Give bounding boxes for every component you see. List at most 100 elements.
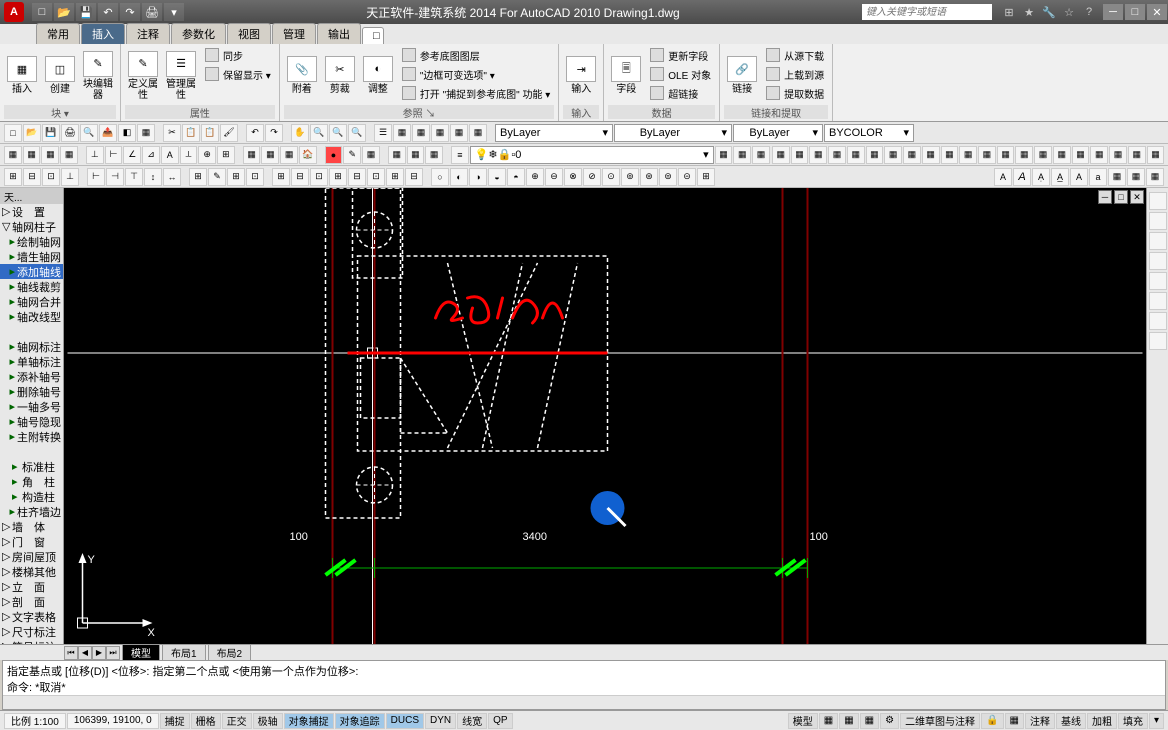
tab-common[interactable]: 常用: [36, 23, 80, 44]
tb2-2[interactable]: ▦: [23, 146, 41, 164]
sb-base[interactable]: 基线: [1056, 713, 1086, 729]
tree-item[interactable]: ▸添补轴号: [0, 369, 63, 384]
tb2-r4[interactable]: ▦: [828, 146, 846, 164]
sb-i7[interactable]: ▾: [1149, 713, 1164, 729]
tb-tp[interactable]: ▦: [412, 124, 430, 142]
tb-paste[interactable]: 📋: [201, 124, 219, 142]
tb3-text2[interactable]: A: [1013, 168, 1031, 186]
tb-ssm[interactable]: ▦: [431, 124, 449, 142]
tree-item[interactable]: ▸添加轴线: [0, 264, 63, 279]
tb2-r9[interactable]: ▦: [922, 146, 940, 164]
download-source-button[interactable]: 从源下载: [762, 46, 828, 64]
sb-osnap[interactable]: 对象捕捉: [284, 713, 334, 729]
sb-anno[interactable]: 注释: [1025, 713, 1055, 729]
clip-button[interactable]: ✂剪裁: [322, 46, 358, 105]
rtb-6[interactable]: [1149, 292, 1167, 310]
tb3-33[interactable]: ⊛: [640, 168, 658, 186]
maximize-button[interactable]: □: [1125, 4, 1145, 20]
sb-i6[interactable]: ▦: [1005, 713, 1024, 729]
tb2-r20[interactable]: ▦: [1128, 146, 1146, 164]
tb3-text7[interactable]: ▦: [1108, 168, 1126, 186]
sb-i2[interactable]: ▦: [839, 713, 858, 729]
tb-dc[interactable]: ▦: [393, 124, 411, 142]
tb2-9[interactable]: A: [161, 146, 179, 164]
tree-item[interactable]: ▷符号标注: [0, 639, 63, 644]
comm-icon[interactable]: ☆: [1060, 4, 1078, 20]
tb3-17[interactable]: ⊞: [329, 168, 347, 186]
sb-ducs[interactable]: DUCS: [386, 713, 424, 729]
tb2-r14[interactable]: ▦: [1015, 146, 1033, 164]
tb-zoom-win[interactable]: 🔍: [348, 124, 366, 142]
tb3-25[interactable]: ◒: [488, 168, 506, 186]
tree-item[interactable]: [0, 444, 63, 459]
tree-item[interactable]: ▷房间屋顶: [0, 549, 63, 564]
tb2-1[interactable]: ▦: [4, 146, 22, 164]
tb3-4[interactable]: ⊥: [61, 168, 79, 186]
rtb-4[interactable]: [1149, 252, 1167, 270]
tb3-text5[interactable]: A: [1070, 168, 1088, 186]
rtb-3[interactable]: [1149, 232, 1167, 250]
tb3-36[interactable]: ⊞: [697, 168, 715, 186]
tb2-23[interactable]: ▦: [715, 146, 733, 164]
layer-combo[interactable]: 💡❄🔒▫ 0▾: [470, 146, 714, 164]
tb2-r2[interactable]: ▦: [791, 146, 809, 164]
tb3-text1[interactable]: A: [994, 168, 1012, 186]
layout-1[interactable]: 布局1: [162, 644, 206, 661]
tb2-13[interactable]: ▦: [243, 146, 261, 164]
sb-i1[interactable]: ▦: [819, 713, 838, 729]
view-min[interactable]: ─: [1098, 190, 1112, 204]
tb-match[interactable]: 🖌: [220, 124, 238, 142]
help-icon[interactable]: ?: [1080, 4, 1098, 20]
tb3-text9[interactable]: ▦: [1146, 168, 1164, 186]
tb-props[interactable]: ☰: [374, 124, 392, 142]
cmd-scrollbar[interactable]: [3, 695, 1165, 709]
tb3-18[interactable]: ⊟: [348, 168, 366, 186]
tb2-25[interactable]: ▦: [752, 146, 770, 164]
tb2-12[interactable]: ⊞: [217, 146, 235, 164]
attach-button[interactable]: 📎附着: [284, 46, 320, 105]
tree-item[interactable]: ▸角 柱: [0, 474, 63, 489]
tb-pan[interactable]: ✋: [291, 124, 309, 142]
tab-parametric[interactable]: 参数化: [171, 23, 226, 44]
tb3-1[interactable]: ⊞: [4, 168, 22, 186]
tb2-16[interactable]: 🏠: [299, 146, 317, 164]
underlay-layers-button[interactable]: 参考底图图层: [398, 46, 554, 64]
ltab-prev[interactable]: ◀: [78, 646, 92, 660]
tb-sheet[interactable]: ▦: [137, 124, 155, 142]
tree-item[interactable]: ▸构造柱: [0, 489, 63, 504]
qat-more[interactable]: ▾: [164, 3, 184, 21]
app-icon[interactable]: A: [4, 2, 24, 22]
tb3-text3[interactable]: Ạ: [1032, 168, 1050, 186]
tree-item[interactable]: ▷文字表格: [0, 609, 63, 624]
tb3-31[interactable]: ⊙: [602, 168, 620, 186]
tree-item[interactable]: ▸一轴多号: [0, 399, 63, 414]
tree-item[interactable]: ▸主附转换: [0, 429, 63, 444]
tb2-layer[interactable]: ≡: [451, 146, 469, 164]
tree-item[interactable]: ▸墙生轴网: [0, 249, 63, 264]
update-field-button[interactable]: 更新字段: [646, 46, 715, 64]
sb-otrack[interactable]: 对象追踪: [335, 713, 385, 729]
tb2-19[interactable]: ▦: [362, 146, 380, 164]
tree-item[interactable]: ▸轴网合并: [0, 294, 63, 309]
tb3-11[interactable]: ✎: [208, 168, 226, 186]
ole-object-button[interactable]: OLE 对象: [646, 65, 715, 83]
tab-insert[interactable]: 插入: [81, 23, 125, 44]
tb2-6[interactable]: ⊢: [105, 146, 123, 164]
upload-source-button[interactable]: 上载到源: [762, 65, 828, 83]
tb2-r16[interactable]: ▦: [1053, 146, 1071, 164]
color-combo[interactable]: ByLayer▾: [495, 124, 613, 142]
sb-i4[interactable]: ⚙: [880, 713, 899, 729]
tb2-r10[interactable]: ▦: [941, 146, 959, 164]
tab-manage[interactable]: 管理: [272, 23, 316, 44]
tb2-7[interactable]: ∠: [123, 146, 141, 164]
sb-scale[interactable]: 比例 1:100: [4, 713, 66, 729]
sb-snap[interactable]: 捕捉: [160, 713, 190, 729]
sb-bold[interactable]: 加粗: [1087, 713, 1117, 729]
tb3-7[interactable]: ⊤: [125, 168, 143, 186]
tb3-29[interactable]: ⊗: [564, 168, 582, 186]
tb2-14[interactable]: ▦: [261, 146, 279, 164]
tree-item[interactable]: ▸绘制轴网: [0, 234, 63, 249]
tb3-13[interactable]: ⊡: [246, 168, 264, 186]
tb2-r19[interactable]: ▦: [1109, 146, 1127, 164]
extract-data-button[interactable]: 提取数据: [762, 84, 828, 102]
